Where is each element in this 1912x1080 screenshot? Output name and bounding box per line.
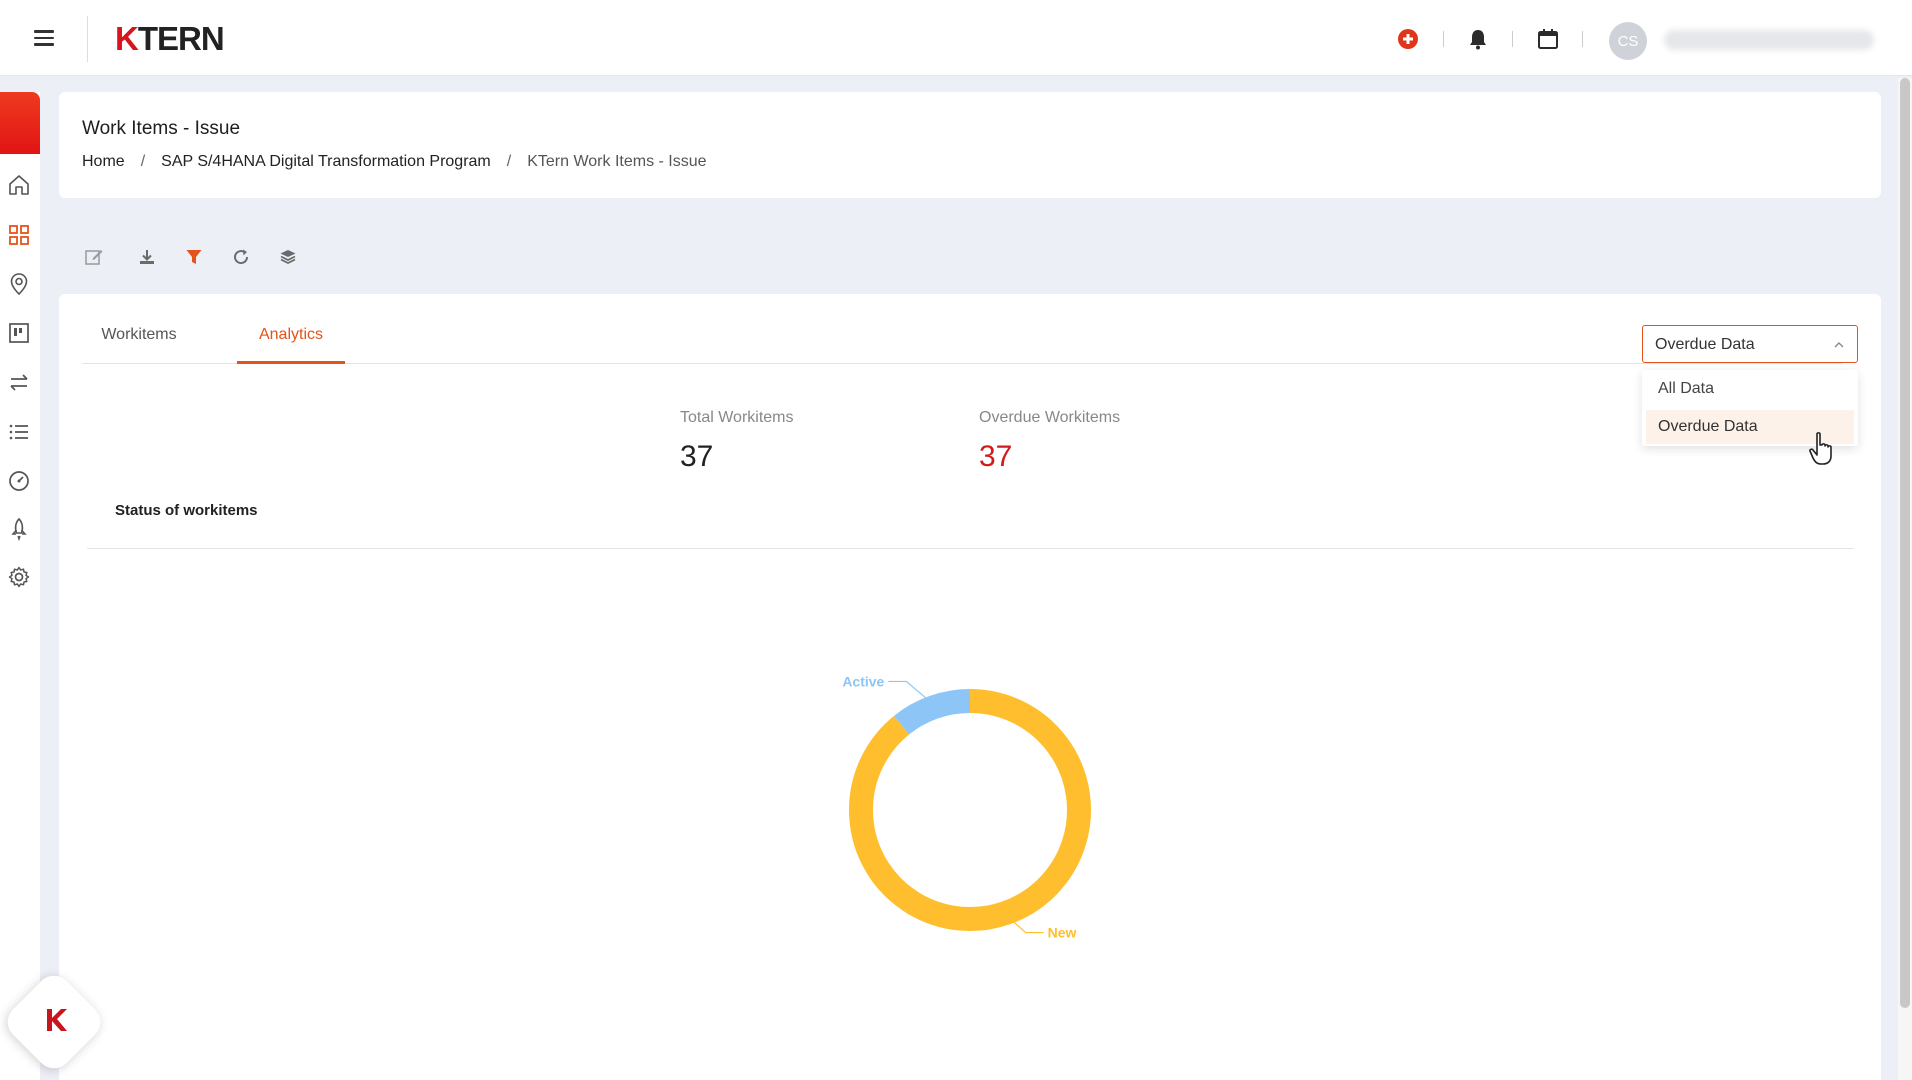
header-separator <box>1582 31 1583 47</box>
donut-label-active: Active <box>842 673 884 689</box>
option-all-data[interactable]: All Data <box>1646 372 1854 406</box>
donut-svg: New Active <box>842 673 1091 941</box>
section-divider <box>87 548 1854 549</box>
breadcrumb: Home / SAP S/4HANA Digital Transformatio… <box>82 153 707 171</box>
logo-k: K <box>115 20 139 57</box>
rocket-icon[interactable] <box>4 514 34 544</box>
header-divider <box>87 16 88 62</box>
donut-slice-active[interactable] <box>893 689 971 735</box>
tab-workitems[interactable]: Workitems <box>82 324 196 364</box>
calendar-icon[interactable] <box>1535 26 1561 52</box>
header-separator <box>1512 31 1513 47</box>
ktern-assistant-icon[interactable] <box>38 1002 74 1038</box>
title-card: Work Items - Issue Home / SAP S/4HANA Di… <box>59 92 1881 198</box>
username-redacted <box>1664 30 1874 50</box>
breadcrumb-program[interactable]: SAP S/4HANA Digital Transformation Progr… <box>161 153 491 171</box>
donut-slice-new[interactable] <box>849 689 1091 931</box>
overdue-workitems-label: Overdue Workitems <box>979 409 1121 426</box>
total-workitems-label: Total Workitems <box>680 409 794 426</box>
status-section-title: Status of workitems <box>115 502 258 519</box>
sidebar-accent <box>0 92 40 154</box>
list-icon[interactable] <box>4 417 34 447</box>
logo-text: TERN <box>137 20 225 57</box>
settings-gear-icon[interactable] <box>4 562 34 592</box>
avatar[interactable]: CS <box>1609 22 1647 60</box>
home-icon[interactable] <box>4 170 34 200</box>
breadcrumb-separator: / <box>506 153 512 170</box>
chevron-up-icon <box>1833 338 1845 356</box>
header-separator <box>1443 31 1444 47</box>
download-icon[interactable] <box>133 243 161 271</box>
top-header: KTERN CS <box>0 0 1912 76</box>
location-pin-icon[interactable] <box>4 269 34 299</box>
breadcrumb-current: KTern Work Items - Issue <box>527 153 707 170</box>
hand-pointer-icon <box>1807 431 1837 467</box>
refresh-icon[interactable] <box>227 243 255 271</box>
donut-label-new: New <box>1048 925 1077 941</box>
transfer-icon[interactable] <box>4 367 34 397</box>
overdue-workitems-value: 37 <box>979 440 1013 473</box>
menu-icon[interactable] <box>30 26 58 50</box>
layers-icon[interactable] <box>274 243 302 271</box>
gauge-icon[interactable] <box>4 466 34 496</box>
sidebar <box>0 92 40 1080</box>
total-workitems-value: 37 <box>680 440 714 473</box>
edit-icon[interactable] <box>80 243 108 271</box>
breadcrumb-separator: / <box>140 153 146 170</box>
add-circle-icon[interactable] <box>1395 26 1421 52</box>
board-icon[interactable] <box>4 318 34 348</box>
data-filter-selected: Overdue Data <box>1655 336 1755 353</box>
tab-analytics[interactable]: Analytics <box>237 324 345 364</box>
scrollbar-thumb[interactable] <box>1900 78 1910 1008</box>
bell-icon[interactable] <box>1465 26 1491 52</box>
dashboard-grid-icon[interactable] <box>4 220 34 250</box>
ktern-logo[interactable]: KTERN <box>115 20 225 58</box>
breadcrumb-home[interactable]: Home <box>82 153 125 171</box>
status-donut-chart: New Active <box>820 660 1120 960</box>
filter-icon[interactable] <box>180 243 208 271</box>
data-filter-select[interactable]: Overdue Data <box>1642 325 1858 363</box>
page-title: Work Items - Issue <box>82 118 241 139</box>
tab-bar: Workitems Analytics <box>82 324 1842 364</box>
